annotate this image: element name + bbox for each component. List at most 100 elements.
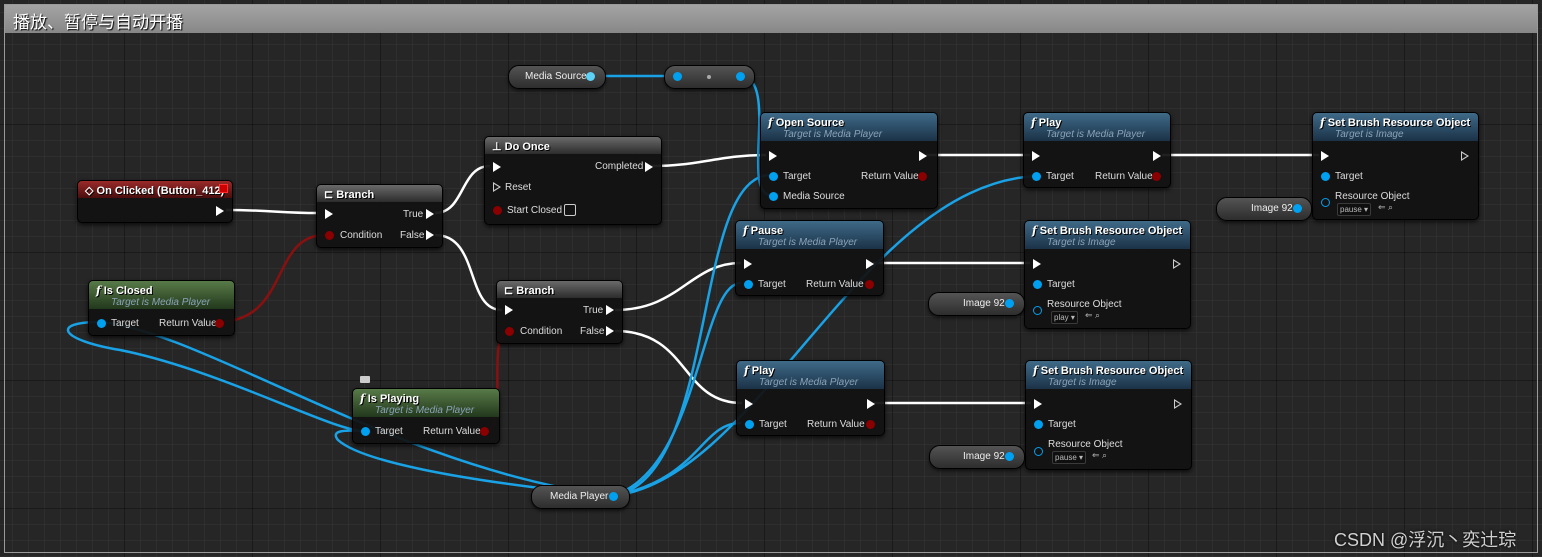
true-exec-pin[interactable] [426, 209, 434, 219]
do-once-node[interactable]: ⊥ Do Once Completed Reset Start Closed [484, 136, 662, 225]
collapse-dots-icon[interactable] [360, 376, 370, 383]
exec-out-pin[interactable] [1173, 259, 1181, 269]
completed-exec-pin[interactable] [645, 162, 653, 172]
open-source-node[interactable]: f Open Source Target is Media Player Targ… [760, 112, 938, 209]
node-title: Is Playing [367, 393, 420, 405]
target-label: Target [111, 318, 139, 329]
use-selected-arrow-icon[interactable]: ⇐ [1085, 310, 1093, 321]
exec-out-pin[interactable] [866, 259, 874, 269]
return-value-pin[interactable] [1152, 172, 1161, 181]
function-icon: f [744, 364, 749, 377]
browse-search-icon[interactable]: ⌕ [1102, 450, 1107, 461]
exec-in-pin[interactable] [1034, 399, 1042, 409]
image-variable-2[interactable]: Image 92 [928, 292, 1025, 316]
target-pin[interactable] [1321, 172, 1330, 181]
exec-in-pin[interactable] [325, 209, 333, 219]
branch-node-1[interactable]: ⊏ Branch True Condition False [316, 184, 443, 248]
target-pin[interactable] [1033, 280, 1042, 289]
output-pin[interactable] [1005, 452, 1014, 461]
node-title: Set Brush Resource Object [1040, 365, 1184, 377]
pause-node[interactable]: f Pause Target is Media Player Target Ret… [735, 220, 884, 296]
reroute-dot-icon [707, 75, 711, 79]
function-icon: f [743, 224, 748, 237]
resource-object-pin[interactable] [1034, 447, 1043, 456]
event-diamond-icon: ◇ [85, 185, 97, 197]
target-pin[interactable] [1032, 172, 1041, 181]
event-delegate-pin[interactable] [219, 184, 228, 193]
output-pin[interactable] [736, 72, 745, 81]
condition-pin[interactable] [325, 231, 334, 240]
exec-out-pin[interactable] [1153, 151, 1161, 161]
exec-out-pin[interactable] [1461, 151, 1469, 161]
start-closed-checkbox[interactable] [564, 204, 576, 216]
true-exec-pin[interactable] [606, 305, 614, 315]
media-player-variable[interactable]: Media Player [531, 485, 630, 509]
return-value-pin[interactable] [480, 427, 489, 436]
exec-in-pin[interactable] [1033, 259, 1041, 269]
input-pin[interactable] [673, 72, 682, 81]
exec-in-pin[interactable] [1032, 151, 1040, 161]
resource-object-pin[interactable] [1033, 306, 1042, 315]
return-value-pin[interactable] [918, 172, 927, 181]
reroute-node[interactable] [664, 65, 755, 89]
condition-pin[interactable] [505, 327, 514, 336]
resource-object-dropdown[interactable]: pause ▾ [1337, 203, 1372, 216]
exec-out-pin[interactable] [216, 206, 224, 216]
exec-in-pin[interactable] [769, 151, 777, 161]
object-wire [66, 320, 613, 498]
node-subtitle: Target is Media Player [111, 297, 211, 308]
media-source-variable[interactable]: Media Source [508, 65, 606, 89]
image-variable-1[interactable]: Image 92 [1216, 197, 1312, 221]
node-title: On Clicked (Button_412) [96, 185, 225, 197]
exec-in-pin[interactable] [745, 399, 753, 409]
exec-out-pin[interactable] [1174, 399, 1182, 409]
use-selected-arrow-icon[interactable]: ⇐ [1378, 202, 1386, 213]
target-pin[interactable] [361, 427, 370, 436]
resource-object-pin[interactable] [1321, 198, 1330, 207]
set-brush-resource-node-2[interactable]: f Set Brush Resource Object Target is Ima… [1024, 220, 1191, 329]
return-value-pin[interactable] [865, 280, 874, 289]
branch-icon: ⊏ [324, 189, 337, 201]
output-pin[interactable] [586, 72, 595, 81]
browse-search-icon[interactable]: ⌕ [1095, 310, 1100, 321]
image-variable-3[interactable]: Image 92 [929, 445, 1025, 469]
node-title: Is Closed [103, 285, 153, 297]
target-pin[interactable] [744, 280, 753, 289]
output-pin[interactable] [1293, 204, 1302, 213]
on-clicked-event-node[interactable]: ◇ On Clicked (Button_412) [77, 180, 233, 223]
completed-label: Completed [595, 161, 644, 172]
use-selected-arrow-icon[interactable]: ⇐ [1092, 450, 1100, 461]
output-pin[interactable] [1005, 299, 1014, 308]
start-closed-pin[interactable] [493, 206, 502, 215]
exec-out-pin[interactable] [867, 399, 875, 409]
reset-exec-pin[interactable] [493, 182, 501, 192]
return-value-pin[interactable] [866, 420, 875, 429]
exec-in-pin[interactable] [744, 259, 752, 269]
media-source-pin[interactable] [769, 192, 778, 201]
is-closed-node[interactable]: f Is Closed Target is Media Player Target… [88, 280, 235, 336]
exec-out-pin[interactable] [919, 151, 927, 161]
exec-in-pin[interactable] [505, 305, 513, 315]
exec-in-pin[interactable] [1321, 151, 1329, 161]
exec-in-pin[interactable] [493, 162, 501, 172]
return-value-pin[interactable] [215, 319, 224, 328]
play-node-a[interactable]: f Play Target is Media Player Target Retu… [1023, 112, 1171, 188]
set-brush-resource-node-1[interactable]: f Set Brush Resource Object Target is Ima… [1312, 112, 1479, 220]
true-label: True [583, 305, 604, 316]
target-pin[interactable] [1034, 420, 1043, 429]
target-pin[interactable] [97, 319, 106, 328]
false-exec-pin[interactable] [426, 230, 434, 240]
target-pin[interactable] [769, 172, 778, 181]
false-exec-pin[interactable] [606, 326, 614, 336]
node-subtitle: Target is Media Player [1046, 129, 1146, 140]
browse-search-icon[interactable]: ⌕ [1388, 202, 1393, 213]
reset-label: Reset [505, 182, 532, 193]
is-playing-node[interactable]: f Is Playing Target is Media Player Targe… [352, 388, 500, 444]
output-pin[interactable] [609, 492, 618, 501]
resource-object-dropdown[interactable]: pause ▾ [1052, 451, 1087, 464]
set-brush-resource-node-3[interactable]: f Set Brush Resource Object Target is Ima… [1025, 360, 1192, 470]
play-node-b[interactable]: f Play Target is Media Player Target Retu… [736, 360, 885, 436]
branch-node-2[interactable]: ⊏ Branch True Condition False [496, 280, 623, 344]
resource-object-dropdown[interactable]: play ▾ [1051, 311, 1078, 324]
target-pin[interactable] [745, 420, 754, 429]
